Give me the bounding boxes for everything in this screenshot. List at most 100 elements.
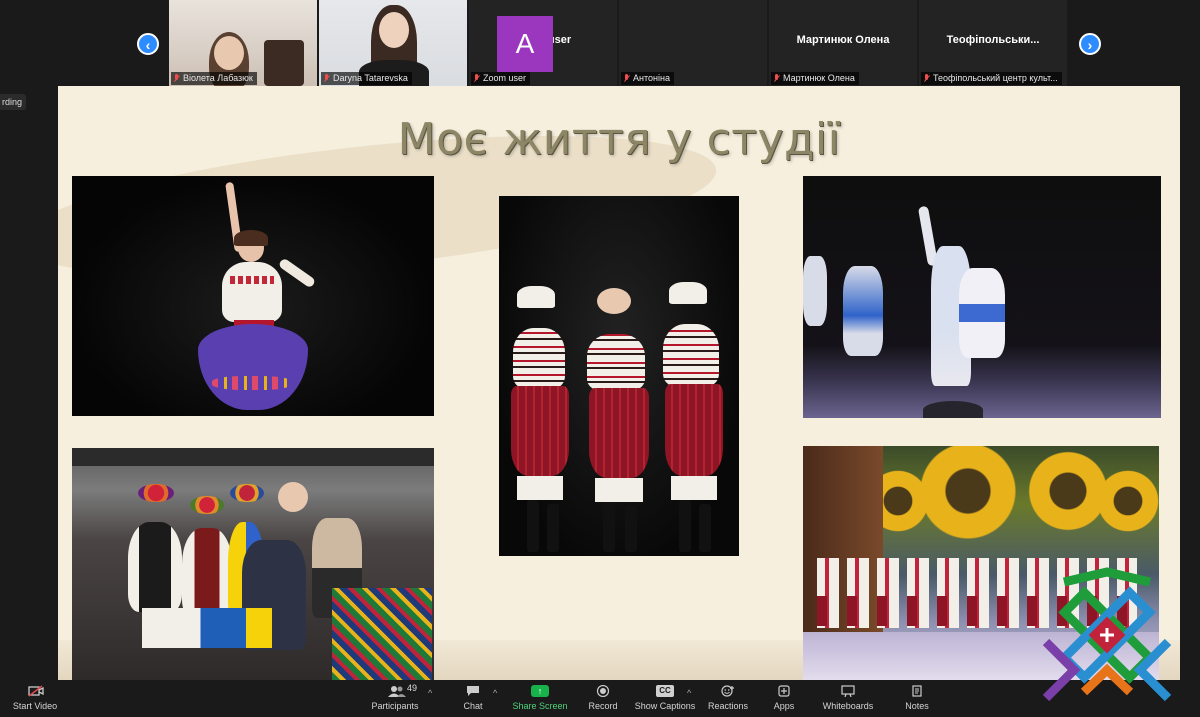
participant-tile[interactable]: Антоніна (619, 0, 767, 86)
dancer-skirt (665, 384, 723, 476)
participant-name: Zoom user (483, 73, 527, 83)
participant-tile[interactable]: Daryna Tatarevska (319, 0, 467, 86)
participant-name: Мартинюк Олена (783, 73, 855, 83)
record-icon (596, 684, 610, 698)
start-video-button[interactable]: Start Video (10, 682, 60, 716)
mic-muted-icon (623, 74, 630, 83)
person-face (278, 482, 308, 512)
whiteboards-label: Whiteboards (822, 701, 874, 711)
participant-name: Віолета Лабазюк (183, 73, 253, 83)
photo-stage-dancers (803, 176, 1161, 418)
whiteboard-icon (841, 685, 855, 698)
photo-group-costumes (72, 448, 434, 680)
participant-name-label: Теофіпольський центр культ... (921, 72, 1062, 85)
next-participants-button[interactable]: › (1079, 33, 1101, 55)
reactions-button[interactable]: Reactions (708, 682, 748, 716)
costume (182, 528, 232, 618)
dancer-blouse (663, 324, 719, 386)
mic-muted-icon (323, 74, 330, 83)
background-dancer (803, 256, 827, 326)
dancer-boot (679, 500, 691, 552)
share-screen-button[interactable]: ↑ Share Screen (512, 682, 568, 716)
dancer-boot (527, 500, 539, 552)
participant-avatar: A (497, 16, 553, 72)
ceiling (72, 448, 434, 466)
dancer-arm (277, 257, 317, 289)
dancer-head (597, 288, 631, 314)
video-off-icon (28, 685, 44, 697)
dancer-blouse (513, 328, 565, 388)
emoji-plus-icon (721, 685, 735, 697)
participant-tile[interactable]: Теофіпольськи... Теофіпольський центр ку… (919, 0, 1067, 86)
participant-name: Daryna Tatarevska (333, 73, 408, 83)
people-icon (388, 685, 406, 697)
participant-name: Теофіпольський центр культ... (933, 73, 1058, 83)
participant-name-label: Антоніна (621, 72, 674, 85)
record-label: Record (588, 701, 618, 711)
sunflower-decoration (1093, 466, 1159, 536)
dancer-underskirt (517, 476, 563, 500)
photo-solo-dancer (72, 176, 434, 416)
flower-wreath (190, 496, 224, 514)
chevron-left-icon: ‹ (145, 37, 151, 53)
chevron-up-icon[interactable]: ^ (687, 688, 691, 698)
dancer-boot (699, 504, 711, 552)
flower-wreath (230, 484, 264, 502)
share-screen-label: Share Screen (512, 701, 568, 711)
costume (128, 522, 182, 612)
chat-icon (466, 685, 480, 697)
participant-name-label: Мартинюк Олена (771, 72, 859, 85)
captions-icon: CC (656, 685, 674, 697)
flower-wreath (138, 484, 174, 502)
meeting-toolbar: Start Video Participants 49 ^ Chat ^ ↑ S… (0, 680, 1200, 717)
chat-label: Chat (463, 701, 483, 711)
chevron-up-icon[interactable]: ^ (428, 688, 432, 698)
recording-indicator[interactable]: rding (0, 94, 27, 110)
dancer-underskirt (595, 478, 643, 502)
participant-display-name: Теофіпольськи... (946, 34, 1040, 46)
participant-tile[interactable]: Мартинюк Олена Мартинюк Олена (769, 0, 917, 86)
audience-head (923, 401, 983, 418)
mic-muted-icon (773, 74, 780, 83)
dancer-blouse (222, 262, 282, 322)
start-video-label: Start Video (12, 701, 58, 711)
participant-face (214, 36, 244, 70)
apps-button[interactable]: Apps (768, 682, 800, 716)
participant-tile[interactable]: Віолета Лабазюк (169, 0, 317, 86)
chair (264, 40, 304, 86)
mic-muted-icon (173, 74, 180, 83)
notes-icon (910, 685, 924, 697)
show-captions-label: Show Captions (634, 701, 696, 711)
fabric-display (332, 588, 432, 680)
participant-face (379, 12, 409, 48)
notes-label: Notes (905, 701, 929, 711)
record-button[interactable]: Record (584, 682, 622, 716)
zoom-meeting-window: rding ‹ › Віолета Лабазюк Daryna Tatarev… (0, 0, 1200, 717)
share-screen-icon: ↑ (531, 685, 549, 697)
dancer-boot (625, 506, 637, 552)
chat-button[interactable]: Chat (455, 682, 491, 716)
blouse-embroidery (230, 276, 274, 284)
dancer-skirt (198, 324, 308, 410)
apps-label: Apps (773, 701, 795, 711)
skirt-flowers (212, 376, 292, 390)
dancer-blouse (587, 334, 645, 390)
participants-count: 49 (407, 683, 418, 693)
female-dancer (959, 268, 1005, 358)
table-cloth (142, 608, 272, 648)
whiteboards-button[interactable]: Whiteboards (820, 682, 876, 716)
chevron-up-icon[interactable]: ^ (493, 688, 497, 698)
chevron-right-icon: › (1087, 37, 1093, 53)
background-dancer (843, 266, 883, 356)
reactions-label: Reactions (708, 701, 749, 711)
participants-label: Participants (371, 701, 419, 711)
previous-participants-button[interactable]: ‹ (137, 33, 159, 55)
shared-screen-slide: Моє життя у студії (58, 86, 1180, 680)
mic-muted-icon (923, 74, 930, 83)
ornament-logo-icon (1042, 567, 1172, 702)
mic-muted-icon (473, 74, 480, 83)
dancer-hair (234, 230, 268, 246)
notes-button[interactable]: Notes (900, 682, 934, 716)
dancer-skirt (511, 386, 569, 476)
dancer-boot (603, 502, 615, 552)
